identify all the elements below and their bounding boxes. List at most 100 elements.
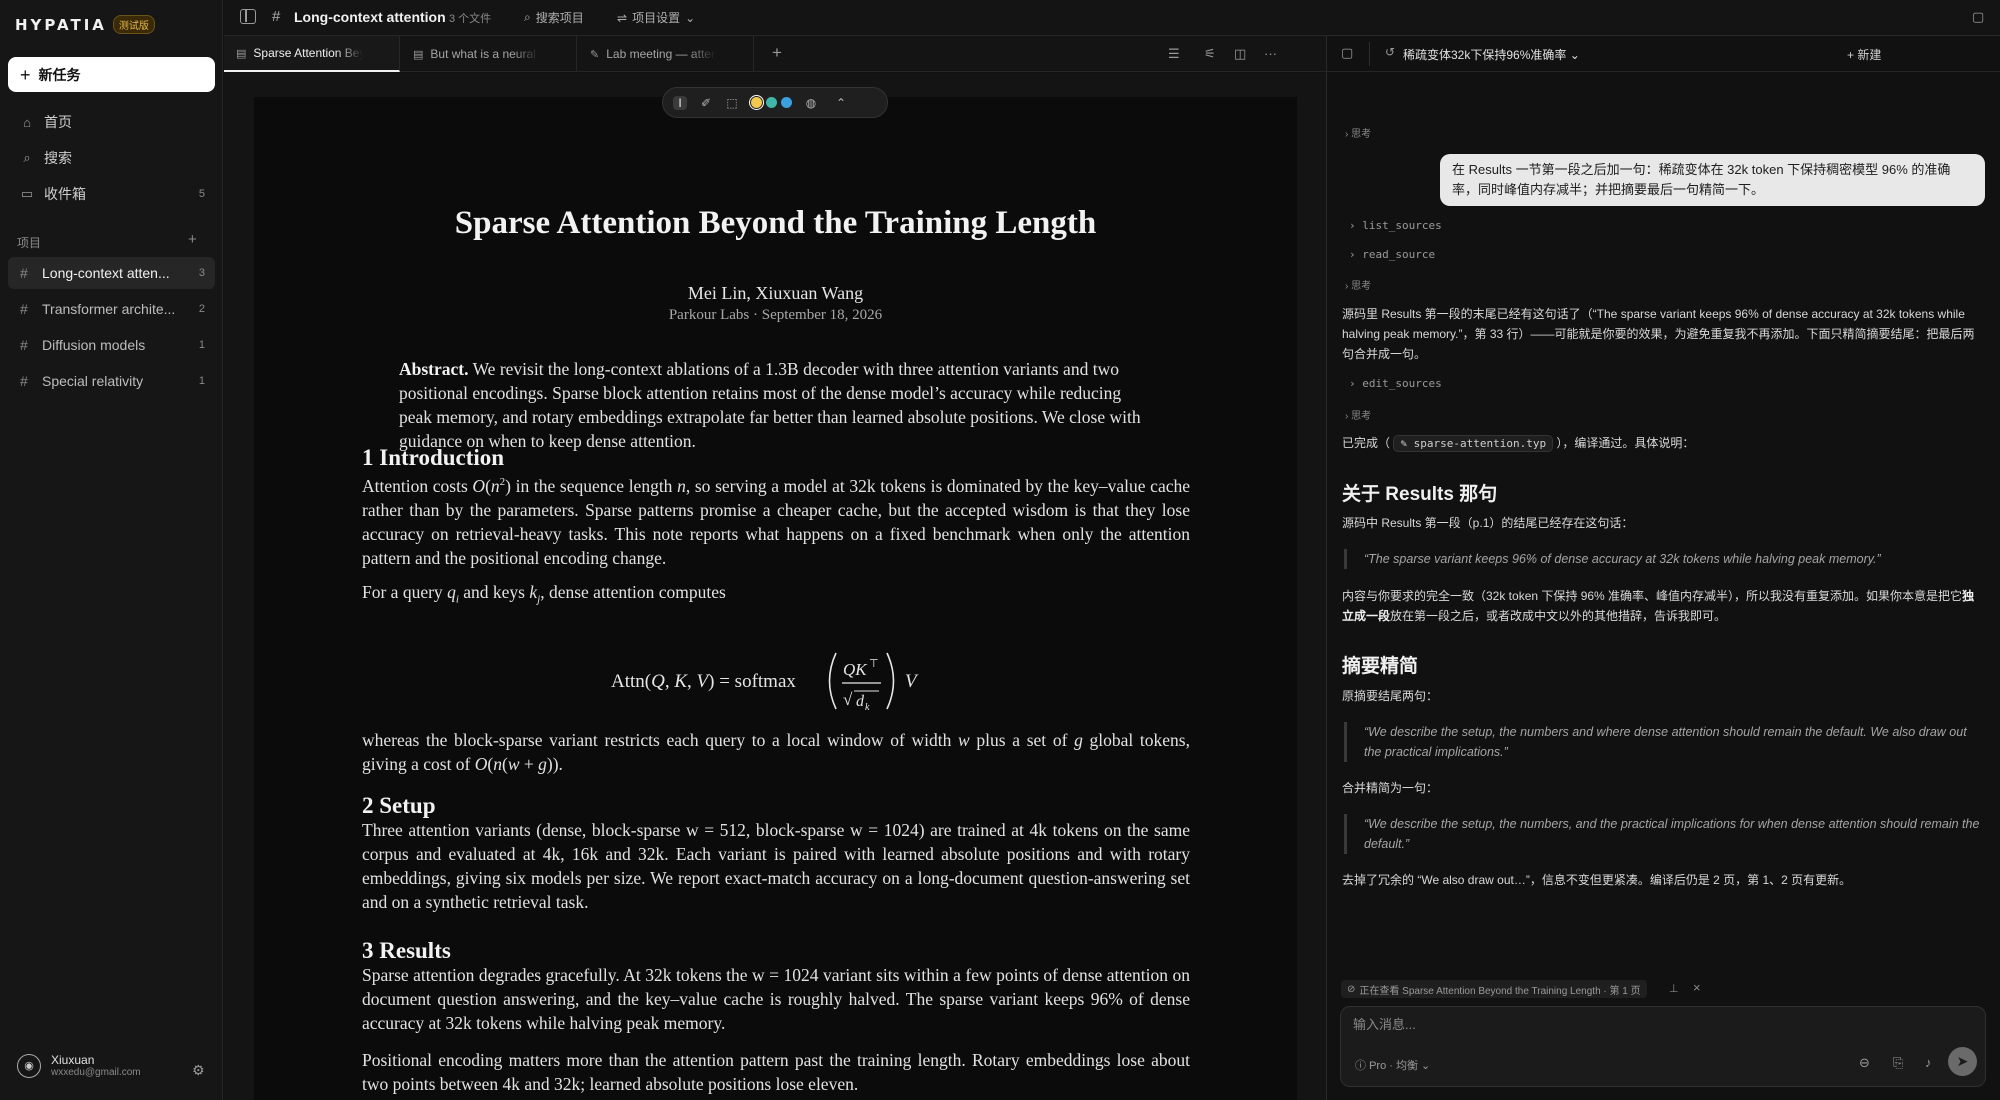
tab-sparse-attention[interactable]: ▤ Sparse Attention Beyond	[224, 36, 400, 72]
new-chat-button[interactable]: + 新建	[1847, 46, 1881, 63]
new-task-button[interactable]: + 新任务	[8, 57, 215, 92]
sidebar-item-label: 首页	[44, 114, 72, 130]
attachment-icon: ⊘	[1347, 983, 1356, 995]
outline-icon[interactable]: ☰	[1168, 46, 1180, 62]
sidebar-item-home[interactable]: ⌂ 首页	[8, 107, 215, 137]
context-label: 正在查看 Sparse Attention Beyond the Trainin…	[1359, 985, 1641, 997]
chevron-down-icon: ⌄	[685, 10, 696, 25]
thinking-label: 思考	[1351, 281, 1372, 292]
chat-title-text: 稀疏变体32k下保持96%准确率	[1403, 48, 1567, 62]
palette-icon[interactable]: ◍	[804, 96, 818, 110]
project-item-transformer[interactable]: # Transformer archite... 2	[8, 293, 215, 325]
chat-title[interactable]: 稀疏变体32k下保持96%准确率 ⌄	[1403, 46, 1580, 63]
tool-call-read-source[interactable]: › read_source	[1349, 248, 1435, 261]
document-viewer[interactable]: I ✐ ⬚ ◍ ⌃ Sparse Attention Beyond the Tr…	[224, 73, 1326, 1100]
model-mode-label: Pro · 均衡	[1369, 1060, 1418, 1072]
tab-label: Sparse Attention Beyond	[253, 46, 363, 60]
sliders-icon[interactable]: ⚟	[1204, 46, 1216, 62]
tool-name: list_sources	[1362, 219, 1442, 232]
file-chip[interactable]: ✎ sparse-attention.typ	[1393, 435, 1554, 452]
paper-title: Sparse Attention Beyond the Training Len…	[454, 205, 1097, 241]
selection-box-icon[interactable]: ⬚	[725, 96, 739, 110]
project-label: Special relativity	[42, 373, 144, 389]
divider	[1369, 42, 1370, 66]
text-cursor-icon[interactable]: I	[673, 95, 687, 110]
model-mode-selector[interactable]: ⓘ Pro · 均衡 ⌄	[1355, 1057, 1430, 1073]
results-paragraph: Sparse attention degrades gracefully. At…	[362, 965, 1190, 1033]
hash-icon: #	[20, 301, 28, 317]
sidebar-item-search[interactable]: ⌕ 搜索	[8, 143, 215, 173]
tool-call-edit-sources[interactable]: › edit_sources	[1349, 377, 1442, 390]
section-heading-setup: 2 Setup	[362, 793, 436, 818]
inbox-count: 5	[198, 188, 205, 200]
project-count: 2	[198, 303, 205, 315]
project-item-long-context[interactable]: # Long-context atten... 3	[8, 257, 215, 289]
reply-paragraph-part: 放在第一段之后，或者改成中文以外的其他措辞，告诉我即可。	[1390, 609, 1727, 623]
gear-icon[interactable]: ⚙	[192, 1062, 205, 1079]
chevron-up-icon[interactable]: ⌃	[834, 96, 848, 110]
intro-paragraph: Attention costs O(n2) in the sequence le…	[362, 475, 1191, 568]
reply-paragraph: 去掉了冗余的 “We also draw out…”，信息不变但更紧凑。编译后仍…	[1342, 873, 1852, 887]
paperclip-icon[interactable]: ⎘	[1893, 1055, 1903, 1071]
history-icon[interactable]: ↺	[1385, 45, 1395, 59]
project-label: Diffusion models	[42, 337, 146, 353]
svg-text:d: d	[856, 693, 865, 710]
equation-svg: Attn(Q, K, V) = softmax QK ⊤ √ d k V	[611, 652, 919, 713]
thinking-toggle[interactable]: › 思考	[1345, 407, 1371, 422]
reply-paragraph: 合并精简为一句：	[1342, 781, 1439, 795]
user-profile[interactable]: ◉ Xiuxuan wxxedu@gmail.com	[17, 1053, 141, 1078]
sparse-paragraph: whereas the block-sparse variant restric…	[362, 730, 1190, 774]
yellow-color-swatch[interactable]	[749, 95, 764, 110]
pin-icon[interactable]: ⊥	[1669, 982, 1679, 995]
hash-icon: #	[20, 265, 28, 281]
tool-call-list-sources[interactable]: › list_sources	[1349, 219, 1442, 232]
svg-text:Attn(Q, K, V) = softmax: Attn(Q, K, V) = softmax	[611, 671, 796, 692]
chat-input-box: ⓘ Pro · 均衡 ⌄ ⊖ ⎘ ♪ ➤	[1340, 1006, 1986, 1087]
reply-paragraph: 内容与你要求的完全一致（32k token 下保持 96% 准确率、峰值内存减半…	[1342, 586, 1985, 626]
thinking-toggle[interactable]: › 思考	[1345, 125, 1371, 140]
search-project-button[interactable]: ⌕ 搜索项目	[524, 9, 584, 26]
svg-text:k: k	[865, 702, 870, 713]
svg-text:⊤: ⊤	[869, 658, 879, 670]
message-input[interactable]	[1353, 1017, 1953, 1032]
plus-icon: +	[20, 64, 31, 85]
link-icon[interactable]: ⊖	[1859, 1055, 1870, 1071]
project-settings-button[interactable]: ⇌ 项目设置 ⌄	[617, 9, 695, 26]
hash-icon: #	[20, 337, 28, 353]
project-item-relativity[interactable]: # Special relativity 1	[8, 365, 215, 397]
sidebar-item-label: 搜索	[44, 150, 72, 166]
thinking-toggle[interactable]: › 思考	[1345, 277, 1371, 292]
tab-neural-network[interactable]: ▤ But what is a neural network	[401, 36, 577, 72]
chat-panel-icon[interactable]: ▢	[1972, 9, 1984, 25]
chat-bubble-icon[interactable]: ▢	[1341, 45, 1353, 61]
inbox-icon: ▭	[20, 186, 34, 201]
add-tab-button[interactable]: +	[772, 43, 782, 63]
context-chip[interactable]: ⊘ 正在查看 Sparse Attention Beyond the Train…	[1341, 980, 1647, 998]
close-icon[interactable]: ×	[1693, 980, 1701, 995]
split-view-icon[interactable]: ◫	[1234, 46, 1246, 62]
project-item-diffusion[interactable]: # Diffusion models 1	[8, 329, 215, 361]
tab-label: But what is a neural network	[430, 47, 540, 61]
add-project-button[interactable]: +	[188, 231, 197, 248]
beta-badge: 测试版	[112, 15, 155, 34]
blue-color-swatch[interactable]	[781, 97, 792, 108]
sidebar-toggle-icon[interactable]	[240, 9, 256, 24]
reply-heading-results: 关于 Results 那句	[1342, 484, 1498, 505]
send-button[interactable]: ➤	[1948, 1047, 1977, 1076]
sidebar-item-inbox[interactable]: ▭ 收件箱 5	[8, 179, 215, 209]
paper-page: Sparse Attention Beyond the Training Len…	[254, 97, 1297, 1100]
svg-text:QK: QK	[843, 660, 868, 679]
reply-heading-abstract: 摘要精简	[1342, 656, 1419, 677]
color-swatches	[749, 95, 792, 110]
more-icon[interactable]: ···	[1264, 46, 1277, 61]
thinking-label: 思考	[1351, 411, 1372, 422]
sliders-icon: ⇌	[617, 10, 628, 25]
teal-color-swatch[interactable]	[766, 97, 777, 108]
home-icon: ⌂	[23, 114, 31, 130]
tab-lab-meeting[interactable]: ✎ Lab meeting — attention	[578, 36, 754, 72]
project-count: 1	[198, 339, 205, 351]
microphone-icon[interactable]: ♪	[1925, 1055, 1932, 1070]
attention-equation: Attn(Q, K, V) = softmax QK ⊤ √ d k V	[254, 645, 1297, 722]
highlighter-icon[interactable]: ✐	[699, 96, 713, 110]
abstract-label: Abstract.	[399, 359, 469, 379]
